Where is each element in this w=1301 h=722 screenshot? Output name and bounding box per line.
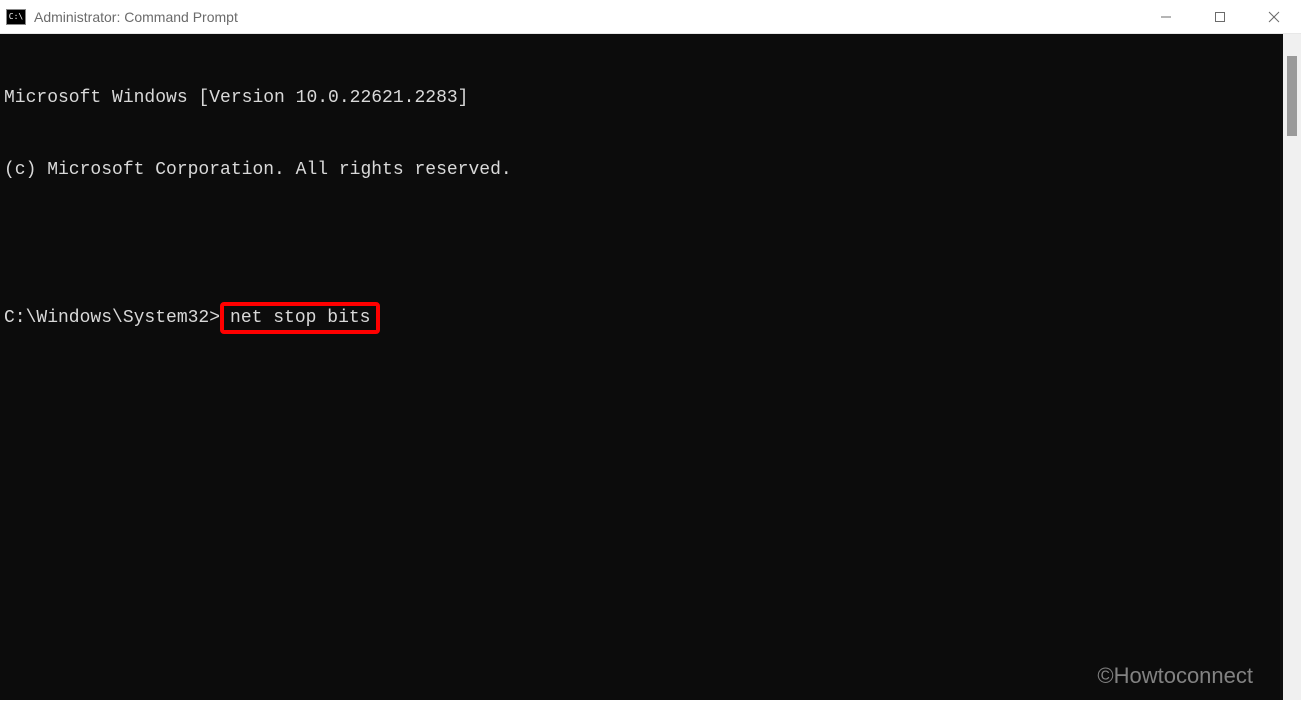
window-controls (1139, 0, 1301, 33)
command-highlight: net stop bits (220, 302, 380, 334)
minimize-button[interactable] (1139, 0, 1193, 33)
prompt-path: C:\Windows\System32> (4, 306, 220, 330)
watermark: ©Howtoconnect (1097, 664, 1253, 688)
window-title: Administrator: Command Prompt (34, 9, 1139, 25)
command-text: net stop bits (230, 308, 370, 328)
terminal-line-copyright: (c) Microsoft Corporation. All rights re… (4, 158, 1279, 182)
scrollbar-thumb[interactable] (1287, 56, 1297, 136)
terminal[interactable]: Microsoft Windows [Version 10.0.22621.22… (0, 34, 1283, 700)
command-prompt-window: C:\ Administrator: Command Prompt Micros… (0, 0, 1301, 700)
terminal-wrap: Microsoft Windows [Version 10.0.22621.22… (0, 34, 1301, 700)
scrollbar-track[interactable] (1283, 34, 1301, 700)
terminal-prompt-line: C:\Windows\System32> net stop bits (4, 302, 1279, 334)
close-button[interactable] (1247, 0, 1301, 33)
app-icon: C:\ (6, 9, 26, 25)
maximize-button[interactable] (1193, 0, 1247, 33)
titlebar[interactable]: C:\ Administrator: Command Prompt (0, 0, 1301, 34)
terminal-line-version: Microsoft Windows [Version 10.0.22621.22… (4, 86, 1279, 110)
terminal-blank-line (4, 230, 1279, 254)
